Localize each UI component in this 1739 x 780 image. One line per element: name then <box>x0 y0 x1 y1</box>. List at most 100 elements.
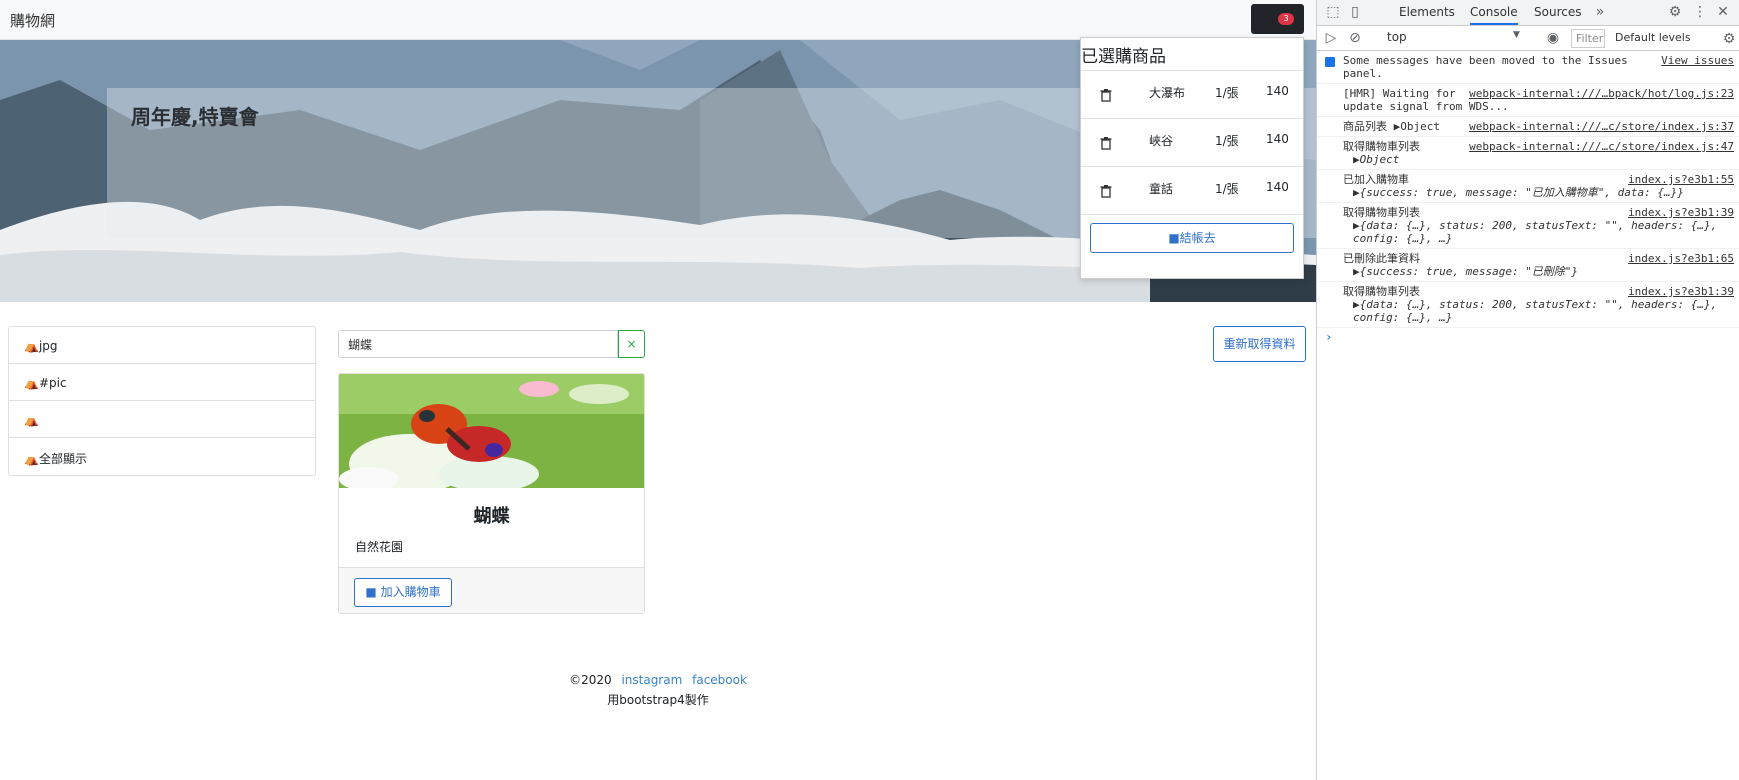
category-item-all[interactable]: ⛺全部顯示 <box>9 438 315 475</box>
clear-search-button[interactable]: × <box>618 330 645 358</box>
console-message: index.js?e3b1:55 已加入購物車 ▶{success: true,… <box>1317 170 1739 203</box>
console-source-link[interactable]: index.js?e3b1:39 <box>1628 285 1734 298</box>
cart-item-price: 140 <box>1266 180 1289 194</box>
console-source-link[interactable]: View issues <box>1661 54 1734 67</box>
cart-item-name: 童話 <box>1149 182 1174 196</box>
add-to-cart-button[interactable]: ■ 加入購物車 <box>354 578 452 607</box>
category-label: #pic <box>38 376 67 390</box>
sidebar-toggle-icon[interactable]: ▷ <box>1323 30 1339 46</box>
gift-icon: ■ <box>1168 231 1180 245</box>
cart-item-price: 140 <box>1266 84 1289 98</box>
cart-divider <box>1081 214 1303 215</box>
cart-item-name: 大瀑布 <box>1149 86 1186 100</box>
console-message: webpack-internal:///…c/store/index.js:47… <box>1317 137 1739 170</box>
log-levels-dropdown[interactable]: Default levels <box>1615 31 1691 44</box>
product-title: 蝴蝶 <box>473 506 510 527</box>
cart-button[interactable]: 3 <box>1251 4 1304 34</box>
console-text: 取得購物車列表 <box>1343 140 1420 153</box>
console-output: View issues Some messages have been move… <box>1317 51 1739 346</box>
cart-row: 童話 1/張 140 <box>1081 166 1303 214</box>
console-text: Some messages have been moved to the Iss… <box>1343 54 1628 80</box>
cart-dropdown-title: 已選購商品 <box>1081 47 1166 67</box>
tab-console[interactable]: Console <box>1470 5 1518 25</box>
trash-icon[interactable] <box>1099 88 1113 102</box>
close-icon[interactable]: ✕ <box>1715 4 1731 20</box>
console-object-preview[interactable]: ▶{data: {…}, status: 200, statusText: ""… <box>1343 219 1734 245</box>
cart-item-qty: 1/張 <box>1215 134 1239 148</box>
checkout-label: 結帳去 <box>1179 231 1216 245</box>
navbar: 購物網 3 <box>0 0 1316 40</box>
eye-icon[interactable]: ◉ <box>1545 30 1561 46</box>
more-options-icon[interactable]: ⋮ <box>1692 4 1708 20</box>
card-footer: ■ 加入購物車 <box>339 567 644 613</box>
console-source-link[interactable]: index.js?e3b1:55 <box>1628 173 1734 186</box>
console-message: index.js?e3b1:39 取得購物車列表 ▶{data: {…}, st… <box>1317 203 1739 249</box>
trash-icon[interactable] <box>1099 184 1113 198</box>
product-category: 自然花園 <box>355 540 404 554</box>
console-source-link[interactable]: webpack-internal:///…bpack/hot/log.js:23 <box>1469 87 1734 100</box>
console-object-preview[interactable]: ▶{success: true, message: "已加入購物車", data… <box>1343 186 1734 199</box>
facebook-link[interactable]: facebook <box>692 673 747 687</box>
product-card: 蝴蝶 自然花園 ■ 加入購物車 <box>338 373 645 614</box>
console-object-preview[interactable]: ▶{data: {…}, status: 200, statusText: ""… <box>1343 298 1734 324</box>
category-item-pic[interactable]: ⛺#pic <box>9 364 315 401</box>
chevron-down-icon: ▼ <box>1513 30 1520 40</box>
console-source-link[interactable]: index.js?e3b1:65 <box>1628 252 1734 265</box>
search-input[interactable]: 蝴蝶 <box>338 330 618 358</box>
tab-sources[interactable]: Sources <box>1534 5 1581 19</box>
cart-row: 峽谷 1/張 140 <box>1081 118 1303 166</box>
gift-icon: ■ <box>365 585 381 599</box>
settings-gear-icon[interactable]: ⚙ <box>1667 4 1683 20</box>
category-label: 全部顯示 <box>38 452 87 466</box>
cart-item-name: 峽谷 <box>1149 134 1174 148</box>
clear-console-icon[interactable]: ⊘ <box>1347 30 1363 46</box>
console-text: 商品列表 ▶Object <box>1343 120 1440 133</box>
inspect-element-icon[interactable]: ⬚ <box>1325 4 1341 20</box>
page-footer: ©2020 instagram facebook 用bootstrap4製作 <box>0 673 1316 708</box>
category-item-empty[interactable]: ⛺ <box>9 401 315 438</box>
brand-link[interactable]: 購物網 <box>10 10 55 31</box>
console-message: View issues Some messages have been move… <box>1317 51 1739 84</box>
console-object-preview[interactable]: ▶{success: true, message: "已刪除"} <box>1343 265 1734 278</box>
console-prompt-line[interactable]: › <box>1317 328 1739 346</box>
trash-icon[interactable] <box>1099 136 1113 150</box>
console-text: 取得購物車列表 <box>1343 206 1420 219</box>
refresh-data-button[interactable]: 重新取得資料 <box>1213 326 1306 362</box>
console-message: index.js?e3b1:65 已刪除此筆資料 ▶{success: true… <box>1317 249 1739 282</box>
chevron-right-icon: › <box>1325 330 1333 344</box>
more-tabs-icon[interactable]: » <box>1592 4 1608 20</box>
device-toolbar-icon[interactable]: ▯ <box>1347 4 1363 20</box>
cart-item-qty: 1/張 <box>1215 182 1239 196</box>
console-object-preview[interactable]: ▶Object <box>1343 153 1734 166</box>
issues-flag-icon <box>1325 57 1335 67</box>
hero-title: 周年慶,特賣會 <box>131 105 259 129</box>
cart-count-badge: 3 <box>1278 13 1294 25</box>
devtools-panel: ⬚ ▯ Elements Console Sources » ⚙ ⋮ ✕ ▷ ⊘… <box>1316 0 1739 780</box>
checkout-button[interactable]: ■結帳去 <box>1090 223 1294 253</box>
cart-row: 大瀑布 1/張 140 <box>1081 70 1303 118</box>
console-text: 已刪除此筆資料 <box>1343 252 1420 265</box>
category-list: ⛺jpg ⛺#pic ⛺ ⛺全部顯示 <box>8 326 316 476</box>
devtools-tab-bar: ⬚ ▯ Elements Console Sources » ⚙ ⋮ ✕ <box>1317 0 1739 26</box>
cart-item-price: 140 <box>1266 132 1289 146</box>
add-to-cart-label: 加入購物車 <box>380 585 441 599</box>
copyright: ©2020 <box>569 673 612 687</box>
made-with-text: 用bootstrap4製作 <box>607 693 709 707</box>
cart-dropdown: 已選購商品 大瀑布 1/張 140 峽谷 1/張 140 童話 1/張 140 … <box>1080 37 1304 279</box>
tab-elements[interactable]: Elements <box>1399 5 1455 19</box>
console-source-link[interactable]: webpack-internal:///…c/store/index.js:47 <box>1469 140 1734 153</box>
instagram-link[interactable]: instagram <box>621 673 682 687</box>
console-message: webpack-internal:///…c/store/index.js:37… <box>1317 117 1739 137</box>
console-toolbar: ▷ ⊘ top ▼ ◉ Filter Default levels ⚙ <box>1317 26 1739 51</box>
console-text: 已加入購物車 <box>1343 173 1409 186</box>
console-text: 取得購物車列表 <box>1343 285 1420 298</box>
console-message: index.js?e3b1:39 取得購物車列表 ▶{data: {…}, st… <box>1317 282 1739 328</box>
console-filter-input[interactable]: Filter <box>1571 29 1605 48</box>
butterfly-product-image[interactable] <box>339 374 644 488</box>
console-source-link[interactable]: webpack-internal:///…c/store/index.js:37 <box>1469 120 1734 133</box>
web-page: 購物網 3 周年慶,特賣會 ⛺jpg ⛺#pic ⛺ ⛺全部顯示 蝴蝶 × 重新… <box>0 0 1316 780</box>
console-settings-gear-icon[interactable]: ⚙ <box>1721 31 1737 47</box>
console-source-link[interactable]: index.js?e3b1:39 <box>1628 206 1734 219</box>
category-item-jpg[interactable]: ⛺jpg <box>9 327 315 364</box>
category-label: jpg <box>38 339 58 353</box>
